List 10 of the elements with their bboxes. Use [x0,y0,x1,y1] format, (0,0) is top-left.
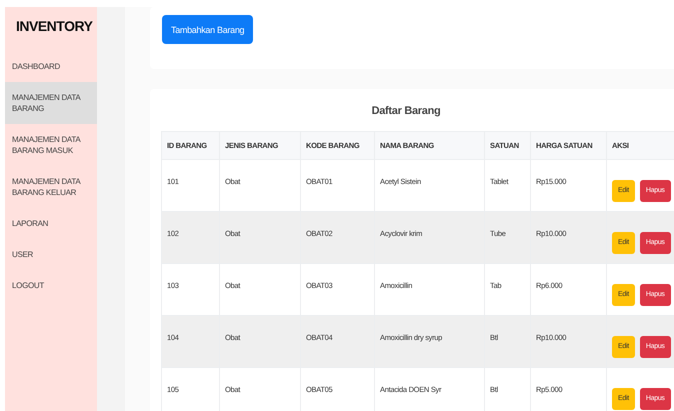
brand-title: INVENTORY [15,17,94,36]
sidebar-item[interactable]: LAPORAN [5,208,97,239]
add-item-button[interactable]: Tambahkan Barang [162,15,254,44]
sidebar-item[interactable]: MANAJEMEN DATA BARANG MASUK [5,124,97,166]
sidebar-item[interactable]: MANAJEMEN DATA BARANG [5,82,97,124]
table-title: Daftar Barang [370,104,442,119]
sidebar-item[interactable]: USER [5,239,97,270]
sidebar-item[interactable]: DASHBOARD [5,51,97,82]
sidebar-item[interactable]: LOGOUT [5,270,97,301]
sidebar-item[interactable]: MANAJEMEN DATA BARANG KELUAR [5,166,97,208]
